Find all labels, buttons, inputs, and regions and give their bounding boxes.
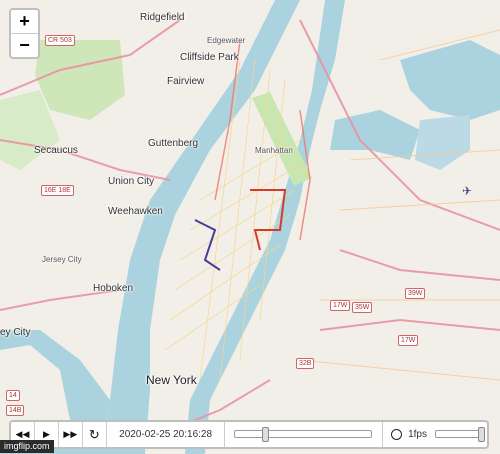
- fast-forward-icon: ▶▶: [63, 429, 78, 439]
- label-fairview: Fairview: [167, 76, 205, 87]
- route-shield: CR 503: [45, 35, 75, 46]
- label-jersey-city-cut: ey City: [0, 327, 31, 338]
- route-shield: 39W: [405, 288, 426, 299]
- playback-control: ◀◀ ▶ ▶▶ ↻ 2020-02-25 20:16:28 1fps: [9, 420, 489, 449]
- map-canvas[interactable]: [0, 0, 500, 454]
- label-cliffside-park: Cliffside Park: [180, 52, 239, 63]
- route-shield: 16E 18E: [41, 185, 74, 196]
- rewind-icon: ◀◀: [15, 429, 30, 439]
- fps-label: 1fps: [408, 429, 427, 440]
- route-shield: 32B: [296, 358, 315, 369]
- reload-button[interactable]: ↻: [83, 422, 107, 447]
- time-slider[interactable]: [230, 422, 384, 447]
- play-icon: ▶: [42, 429, 50, 439]
- label-jersey-city: Jersey City: [42, 255, 82, 264]
- zoom-out-button[interactable]: −: [11, 34, 38, 57]
- label-ridgefield: Ridgefield: [140, 12, 185, 23]
- airport-icon: ✈: [462, 184, 473, 198]
- clock-icon: [391, 429, 403, 440]
- fast-forward-button[interactable]: ▶▶: [59, 422, 83, 447]
- zoom-control: + −: [9, 8, 40, 59]
- route-shield: 14B: [6, 405, 25, 416]
- zoom-in-button[interactable]: +: [11, 10, 38, 34]
- route-shield: 17W: [398, 335, 419, 346]
- label-weehawken: Weehawken: [108, 206, 163, 217]
- label-new-york: New York: [146, 373, 197, 387]
- label-union-city: Union City: [108, 176, 155, 187]
- label-guttenberg: Guttenberg: [148, 138, 199, 149]
- fps-slider-thumb[interactable]: [477, 427, 485, 442]
- route-shield: 17W: [330, 300, 351, 311]
- label-edgewater: Edgewater: [207, 36, 246, 45]
- reload-icon: ↻: [88, 426, 100, 442]
- label-manhattan: Manhattan: [255, 146, 293, 155]
- route-shield: 14: [6, 390, 20, 401]
- watermark: imgflip.com: [0, 440, 54, 453]
- route-shield: 35W: [352, 302, 373, 313]
- fps-control: 1fps: [383, 422, 487, 447]
- time-slider-thumb[interactable]: [262, 427, 270, 442]
- fps-slider[interactable]: [434, 422, 487, 447]
- label-secaucus: Secaucus: [34, 145, 78, 156]
- timestamp-display: 2020-02-25 20:16:28: [107, 422, 226, 447]
- label-hoboken: Hoboken: [93, 283, 134, 294]
